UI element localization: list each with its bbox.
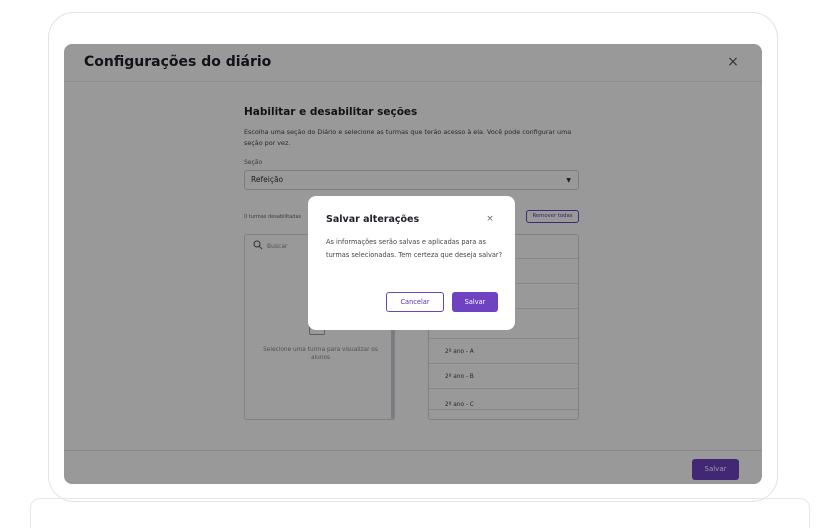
laptop-base xyxy=(30,498,810,528)
dialog-message: As informações serão salvas e aplicadas … xyxy=(326,238,503,259)
close-icon[interactable]: × xyxy=(484,214,496,224)
cancel-button[interactable]: Cancelar xyxy=(386,292,444,312)
confirm-dialog: Salvar alterações × As informações serão… xyxy=(308,196,515,330)
dialog-title: Salvar alterações xyxy=(326,214,420,225)
confirm-save-button[interactable]: Salvar xyxy=(452,292,498,312)
settings-modal: Configurações do diário × Habilitar e de… xyxy=(64,44,762,484)
